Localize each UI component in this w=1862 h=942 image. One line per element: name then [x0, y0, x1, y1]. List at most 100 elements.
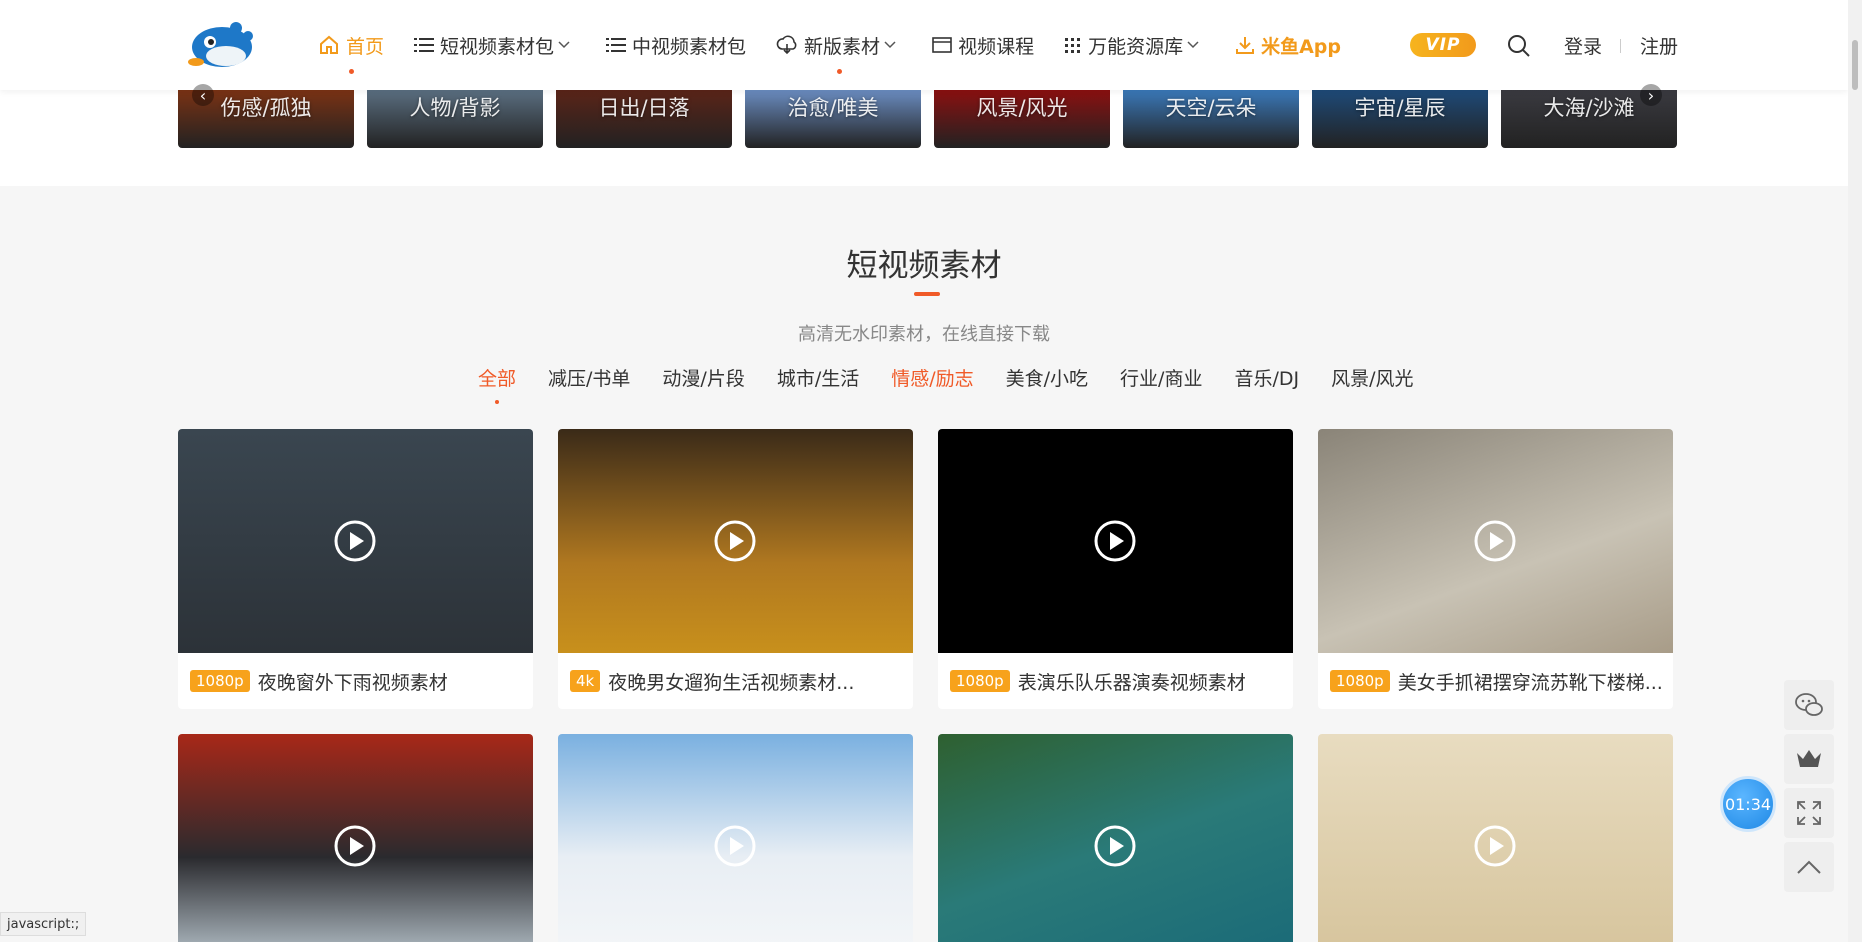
vip-crown-button[interactable] [1784, 734, 1834, 784]
category-card[interactable]: 日出/日落 [556, 90, 732, 148]
category-card[interactable]: 天空/云朵 [1123, 90, 1299, 148]
nav-new-materials[interactable]: 新版素材 [776, 0, 902, 90]
video-card[interactable] [938, 734, 1293, 942]
play-icon[interactable] [1473, 824, 1517, 868]
video-title[interactable]: 夜晚男女遛狗生活视频素材... [608, 668, 854, 695]
category-card[interactable]: 宇宙/星辰 [1312, 90, 1488, 148]
nav-home[interactable]: 首页 [318, 0, 384, 90]
video-card[interactable]: 1080p 表演乐队乐器演奏视频素材 [938, 429, 1293, 709]
grid-icon [1065, 38, 1081, 53]
page-scrollbar[interactable] [1848, 0, 1862, 942]
header-divider [1620, 39, 1621, 53]
login-link[interactable]: 登录 [1564, 32, 1602, 59]
nav-label: 短视频素材包 [440, 35, 555, 58]
video-thumbnail[interactable] [938, 734, 1293, 942]
search-icon[interactable] [1506, 33, 1532, 59]
nav-app-download[interactable]: 米鱼App [1235, 0, 1341, 90]
category-strip: 伤感/孤独 人物/背影 日出/日落 治愈/唯美 风景/风光 天空/云朵 宇宙/星… [0, 90, 1848, 186]
nav-resource-library[interactable]: 万能资源库 [1064, 0, 1205, 90]
video-card[interactable]: 4k 夜晚男女遛狗生活视频素材... [558, 429, 913, 709]
nav-short-video-packs[interactable]: 短视频素材包 [414, 0, 576, 90]
play-icon[interactable] [1093, 824, 1137, 868]
tab-label: 城市/生活 [776, 368, 860, 390]
play-icon[interactable] [1473, 519, 1517, 563]
nav-label: 新版素材 [804, 35, 881, 58]
tab-music-dj[interactable]: 音乐/DJ [1234, 364, 1299, 391]
tab-scenery[interactable]: 风景/风光 [1331, 364, 1413, 391]
status-bar-url: javascript:; [0, 912, 87, 936]
category-label: 宇宙/星辰 [1354, 96, 1446, 120]
tab-label: 音乐/DJ [1234, 368, 1300, 390]
chevron-up-icon [1797, 860, 1821, 874]
category-card[interactable]: 人物/背影 [367, 90, 543, 148]
tab-emotion-inspire[interactable]: 情感/励志 [891, 364, 973, 391]
tab-all[interactable]: 全部 [478, 364, 517, 404]
category-label: 风景/风光 [976, 96, 1068, 120]
active-dot [495, 400, 499, 404]
nav-video-courses[interactable]: 视频课程 [932, 0, 1034, 90]
fullscreen-icon [1797, 801, 1821, 825]
cloud-icon [776, 35, 797, 55]
tab-industry-business[interactable]: 行业/商业 [1120, 364, 1202, 391]
play-icon[interactable] [1093, 519, 1137, 563]
video-info[interactable]: 1080p 美女手抓裙摆穿流苏靴下楼梯... [1318, 653, 1673, 709]
video-title[interactable]: 表演乐队乐器演奏视频素材 [1018, 668, 1246, 695]
category-card[interactable]: 治愈/唯美 [745, 90, 921, 148]
video-card[interactable]: 1080p 美女手抓裙摆穿流苏靴下楼梯... [1318, 429, 1673, 709]
main-nav: 首页 短视频素材包 中视频素材包 新版素材 视频课程 万能资源库 米鱼App [318, 0, 1371, 90]
video-info[interactable]: 4k 夜晚男女遛狗生活视频素材... [558, 653, 913, 709]
video-card[interactable] [178, 734, 533, 942]
video-thumbnail[interactable] [1318, 429, 1673, 653]
nav-label: 首页 [346, 35, 385, 58]
video-card[interactable] [1318, 734, 1673, 942]
video-thumbnail[interactable] [558, 429, 913, 653]
category-card[interactable]: 风景/风光 [934, 90, 1110, 148]
register-link[interactable]: 注册 [1640, 32, 1678, 59]
tab-label: 动漫/片段 [662, 368, 745, 390]
nav-label: 视频课程 [958, 35, 1035, 58]
logo-icon[interactable] [186, 14, 258, 72]
video-card[interactable] [558, 734, 913, 942]
fullscreen-button[interactable] [1784, 788, 1834, 838]
vip-badge[interactable]: VIP [1410, 33, 1476, 57]
video-thumbnail[interactable] [178, 734, 533, 942]
scrollbar-thumb[interactable] [1852, 40, 1858, 90]
tab-city-life[interactable]: 城市/生活 [777, 364, 859, 391]
category-label: 日出/日落 [598, 96, 690, 120]
video-info[interactable]: 1080p 夜晚窗外下雨视频素材 [178, 653, 533, 709]
tab-food-snacks[interactable]: 美食/小吃 [1006, 364, 1088, 391]
play-icon[interactable] [333, 519, 377, 563]
video-title[interactable]: 夜晚窗外下雨视频素材 [258, 668, 448, 695]
active-dot [349, 69, 354, 74]
crown-icon [1797, 750, 1821, 767]
tab-label: 情感/励志 [891, 368, 974, 390]
video-card[interactable]: 1080p 夜晚窗外下雨视频素材 [178, 429, 533, 709]
video-thumbnail[interactable] [1318, 734, 1673, 942]
play-icon[interactable] [713, 824, 757, 868]
chevron-down-icon [884, 41, 896, 49]
play-icon[interactable] [333, 824, 377, 868]
tab-label: 行业/商业 [1120, 368, 1203, 390]
chevron-down-icon [558, 41, 570, 49]
video-thumbnail[interactable] [938, 429, 1293, 653]
play-icon[interactable] [713, 519, 757, 563]
video-icon [932, 37, 952, 53]
home-icon [320, 35, 338, 54]
resolution-badge: 1080p [1330, 670, 1390, 692]
video-thumbnail[interactable] [558, 734, 913, 942]
back-to-top-button[interactable] [1784, 842, 1834, 892]
tab-label: 全部 [478, 368, 517, 390]
chevron-right-icon[interactable]: › [1640, 84, 1662, 106]
nav-label: 中视频素材包 [632, 35, 747, 58]
nav-label: 万能资源库 [1088, 35, 1184, 58]
video-thumbnail[interactable] [178, 429, 533, 653]
chevron-left-icon[interactable]: ‹ [192, 84, 214, 106]
countdown-timer[interactable]: 01:34 [1720, 776, 1776, 832]
video-info[interactable]: 1080p 表演乐队乐器演奏视频素材 [938, 653, 1293, 709]
tab-relax-booklist[interactable]: 减压/书单 [548, 364, 630, 391]
category-label: 治愈/唯美 [787, 96, 879, 120]
video-title[interactable]: 美女手抓裙摆穿流苏靴下楼梯... [1398, 668, 1663, 695]
tab-anime-clips[interactable]: 动漫/片段 [662, 364, 744, 391]
nav-mid-video-packs[interactable]: 中视频素材包 [606, 0, 746, 90]
wechat-button[interactable] [1784, 680, 1834, 730]
